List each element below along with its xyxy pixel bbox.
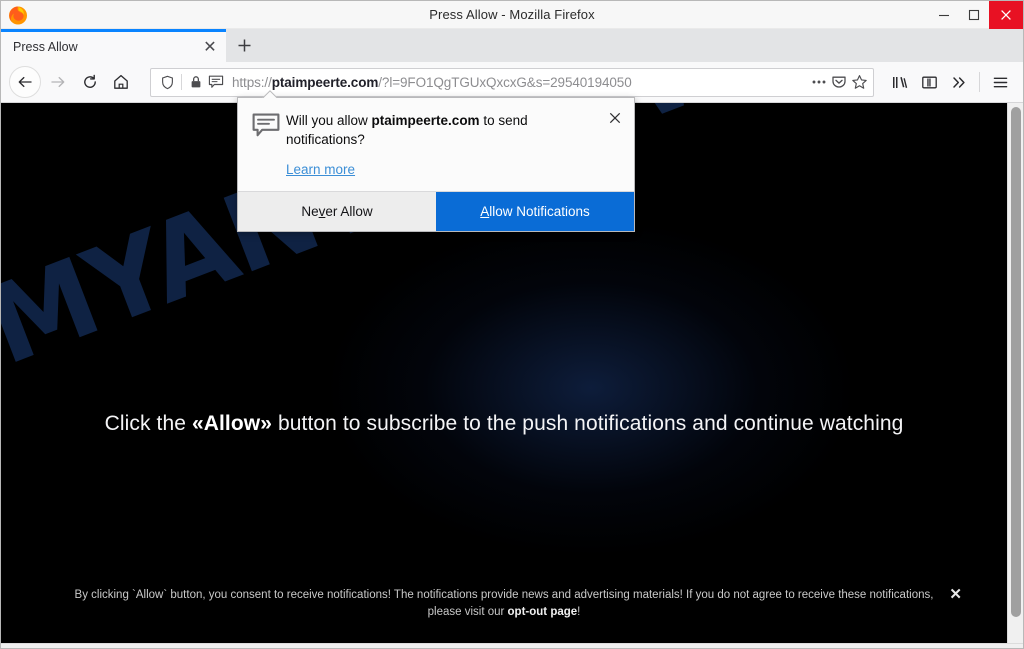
new-tab-button[interactable] — [226, 29, 262, 62]
address-bar[interactable]: https://ptaimpeerte.com/?l=9FO1QgTGUxQxc… — [150, 67, 874, 97]
minimize-button[interactable] — [929, 1, 959, 29]
close-window-button[interactable] — [989, 1, 1023, 29]
window-controls — [929, 1, 1023, 29]
never-allow-pre: Ne — [301, 204, 319, 219]
allow-post: llow Notifications — [489, 204, 590, 219]
browser-window: Press Allow - Mozilla Firefox Press Allo… — [0, 0, 1024, 649]
question-host: ptaimpeerte.com — [371, 113, 480, 128]
notification-permission-icon[interactable] — [206, 71, 226, 93]
urlbar-actions — [809, 71, 869, 93]
consent-close-icon[interactable]: ✕ — [949, 587, 962, 602]
toolbar-separator — [979, 72, 980, 92]
tab-press-allow[interactable]: Press Allow ✕ — [1, 29, 226, 62]
consent-line2-pre: please visit our — [427, 606, 508, 618]
tab-strip: Press Allow ✕ — [1, 29, 1023, 62]
never-allow-post: er Allow — [325, 204, 373, 219]
tab-close-icon[interactable]: ✕ — [200, 37, 220, 57]
page-actions-ellipsis-icon[interactable] — [809, 71, 829, 93]
firefox-logo-icon — [7, 4, 29, 26]
back-icon[interactable] — [9, 66, 41, 98]
notification-permission-popup: Will you allow ptaimpeerte.com to send n… — [237, 97, 635, 232]
consent-line2-post: ! — [577, 606, 581, 618]
background-glow — [331, 223, 851, 553]
url-path: /?l=9FO1QgTGUxQxcxG&s=29540194050 — [378, 74, 632, 90]
window-title: Press Allow - Mozilla Firefox — [429, 7, 595, 22]
headline-allow-word: «Allow» — [191, 412, 273, 435]
bookmark-star-icon[interactable] — [849, 71, 869, 93]
question-prefix: Will you allow — [286, 113, 372, 128]
headline-prefix: Click the — [104, 412, 192, 435]
popup-body: Will you allow ptaimpeerte.com to send n… — [238, 98, 634, 191]
lock-icon[interactable] — [186, 71, 206, 93]
horizontal-scrollbar[interactable] — [1, 643, 1023, 648]
title-bar: Press Allow - Mozilla Firefox — [1, 1, 1023, 29]
overflow-chevrons-icon[interactable] — [944, 67, 974, 97]
hamburger-menu-icon[interactable] — [985, 67, 1015, 97]
allow-accesskey: A — [480, 204, 490, 219]
toolbar-right-group — [884, 67, 1015, 97]
opt-out-link[interactable]: opt-out page — [508, 606, 578, 618]
forward-icon — [43, 67, 73, 97]
notification-bubble-icon — [252, 111, 286, 179]
consent-line1: By clicking `Allow` button, you consent … — [74, 589, 934, 601]
popup-close-icon[interactable] — [607, 110, 623, 126]
permission-question: Will you allow ptaimpeerte.com to send n… — [286, 111, 604, 149]
pocket-icon[interactable] — [829, 71, 849, 93]
library-icon[interactable] — [884, 67, 914, 97]
urlbar-separator — [181, 74, 182, 90]
url-text[interactable]: https://ptaimpeerte.com/?l=9FO1QgTGUxQxc… — [232, 75, 809, 90]
tracking-protection-shield-icon[interactable] — [157, 71, 177, 93]
never-allow-button[interactable]: Ne v er Allow — [238, 192, 436, 231]
vertical-scrollbar[interactable] — [1007, 103, 1023, 643]
url-host: ptaimpeerte.com — [271, 74, 379, 90]
page-headline: Click the «Allow» button to subscribe to… — [1, 412, 1007, 436]
never-allow-accesskey: v — [318, 204, 326, 219]
popup-arrow — [262, 90, 277, 98]
headline-suffix: button to subscribe to the push notifica… — [272, 412, 904, 435]
popup-text-column: Will you allow ptaimpeerte.com to send n… — [286, 111, 622, 179]
popup-buttons: Ne v er Allow Allow Notifications — [238, 191, 634, 231]
home-icon[interactable] — [106, 67, 136, 97]
vertical-scrollbar-thumb[interactable] — [1011, 107, 1021, 617]
tab-label: Press Allow — [13, 40, 78, 54]
allow-notifications-button[interactable]: Allow Notifications — [436, 192, 634, 231]
sidebar-icon[interactable] — [914, 67, 944, 97]
reload-icon[interactable] — [75, 67, 105, 97]
learn-more-link[interactable]: Learn more — [286, 162, 355, 177]
maximize-button[interactable] — [959, 1, 989, 29]
url-scheme: https:// — [232, 74, 272, 90]
consent-bar: By clicking `Allow` button, you consent … — [1, 581, 1007, 629]
